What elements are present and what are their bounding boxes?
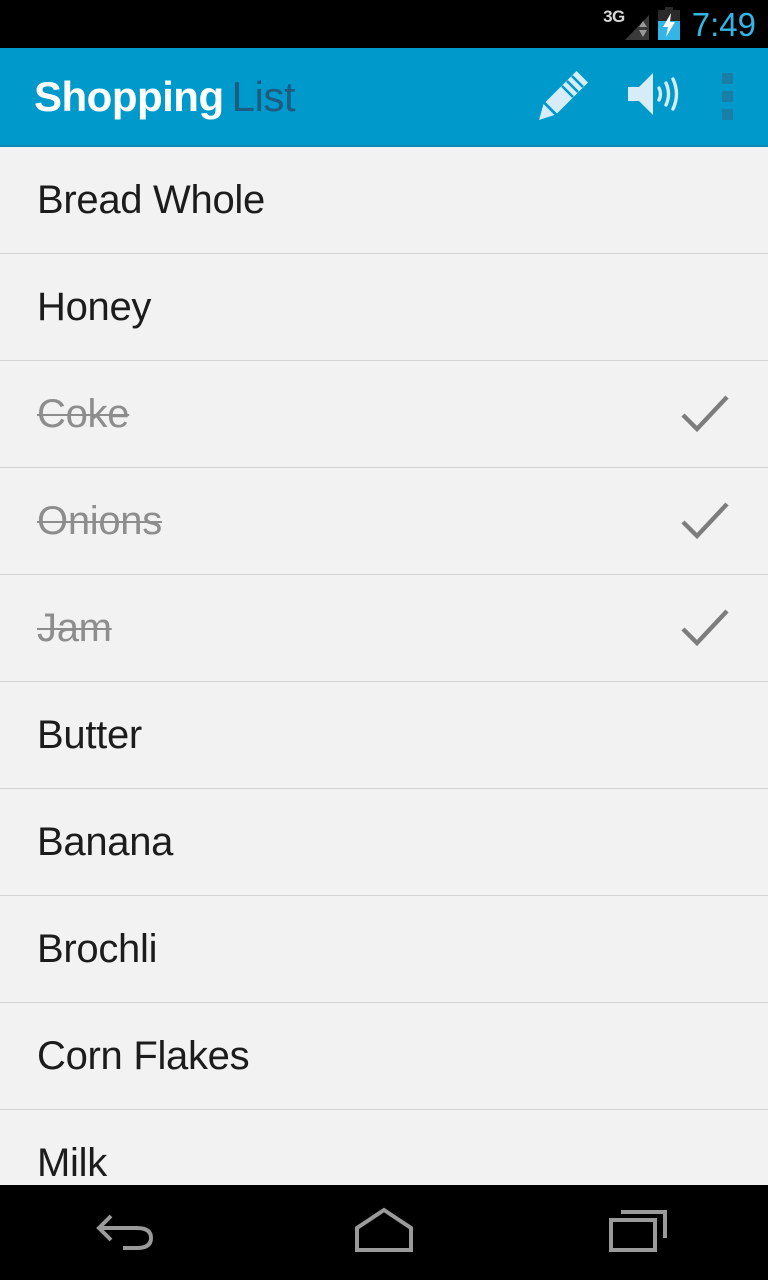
list-item-label: Corn Flakes bbox=[37, 1033, 250, 1078]
list-item[interactable]: Milk bbox=[0, 1110, 768, 1185]
list-item-label: Bread Whole bbox=[37, 178, 265, 222]
list-item[interactable]: Butter bbox=[0, 682, 768, 789]
list-item[interactable]: Jam bbox=[0, 575, 768, 682]
list-item[interactable]: Bread Whole bbox=[0, 147, 768, 254]
list-item[interactable]: Banana bbox=[0, 789, 768, 896]
nav-recents-button[interactable] bbox=[540, 1185, 740, 1280]
signal-triangle-icon bbox=[624, 13, 650, 41]
overflow-button[interactable] bbox=[696, 47, 758, 146]
list-item-label: Onions bbox=[37, 498, 162, 543]
edit-button[interactable] bbox=[520, 47, 608, 146]
nav-back-button[interactable] bbox=[28, 1185, 228, 1280]
network-type-label: 3G bbox=[603, 7, 625, 26]
speak-button[interactable] bbox=[608, 47, 696, 146]
speaker-icon bbox=[621, 63, 683, 130]
recents-icon bbox=[607, 1204, 673, 1261]
system-navigation-bar bbox=[0, 1185, 768, 1280]
app-title-secondary: List bbox=[231, 72, 296, 120]
list-item[interactable]: Onions bbox=[0, 468, 768, 575]
back-arrow-icon bbox=[93, 1204, 163, 1261]
list-item-label: Brochli bbox=[37, 926, 158, 971]
list-item-label: Milk bbox=[37, 1140, 107, 1185]
shopping-list[interactable]: Bread Whole Honey Coke Onions Jam Butter… bbox=[0, 147, 768, 1185]
home-icon bbox=[351, 1204, 417, 1261]
more-vertical-icon bbox=[721, 73, 733, 120]
network-status: 3G bbox=[603, 7, 650, 41]
list-item[interactable]: Brochli bbox=[0, 896, 768, 1003]
status-bar-icons: 3G 7:49 bbox=[603, 7, 760, 41]
app-title: Shopping List bbox=[34, 73, 520, 121]
list-item-label: Honey bbox=[37, 284, 152, 329]
phone-screen: 3G 7:49 Shopping List Bread Whole Honey … bbox=[0, 0, 768, 1280]
list-item[interactable]: Corn Flakes bbox=[0, 1003, 768, 1110]
status-clock: 7:49 bbox=[691, 5, 756, 43]
checkmark-icon bbox=[678, 387, 732, 441]
list-item[interactable]: Coke bbox=[0, 361, 768, 468]
list-item-label: Coke bbox=[37, 391, 130, 436]
pencil-icon bbox=[533, 63, 595, 130]
action-bar: Shopping List bbox=[0, 48, 768, 147]
checkmark-icon bbox=[678, 601, 732, 655]
list-item[interactable]: Honey bbox=[0, 254, 768, 361]
list-item-label: Jam bbox=[37, 605, 112, 650]
app-title-primary: Shopping bbox=[34, 72, 224, 120]
nav-home-button[interactable] bbox=[284, 1185, 484, 1280]
status-bar: 3G 7:49 bbox=[0, 0, 768, 48]
action-bar-buttons bbox=[520, 48, 758, 145]
battery-charging-icon bbox=[656, 7, 682, 41]
list-item-label: Butter bbox=[37, 712, 142, 757]
checkmark-icon bbox=[678, 494, 732, 548]
list-item-label: Banana bbox=[37, 819, 174, 864]
